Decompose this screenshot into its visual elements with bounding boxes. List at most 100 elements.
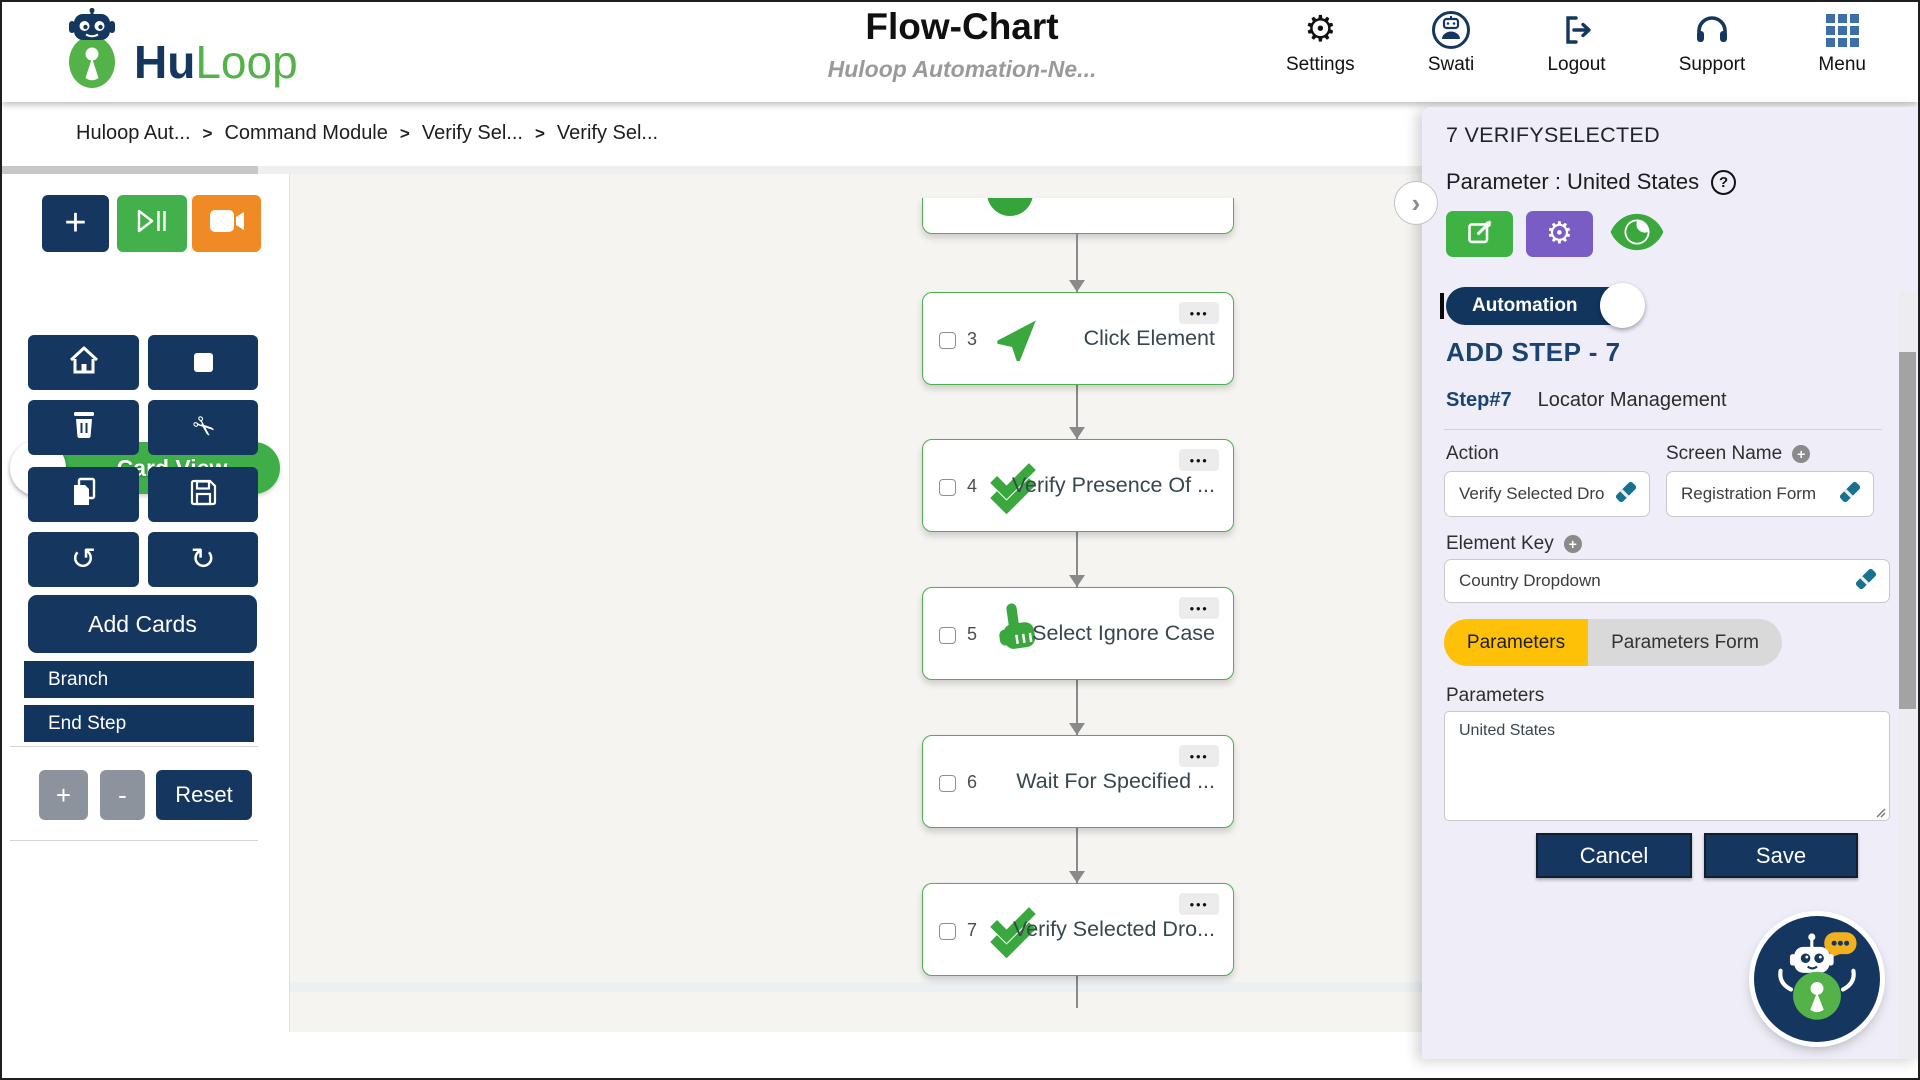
step-properties-panel: 7 VERIFYSELECTED Parameter : United Stat… [1422,107,1918,1059]
undo-button[interactable]: ↺ [28,532,139,587]
step-number-label: Step#7 [1446,389,1512,411]
grid-menu-icon [1825,10,1859,50]
save-floppy-icon [190,479,217,511]
card-item-end-step[interactable]: End Step [24,705,254,742]
nav-settings[interactable]: ⚙ Settings [1286,10,1355,76]
add-element-key-icon[interactable]: + [1563,535,1582,553]
step-number: 6 [967,772,978,792]
step-type-label: Locator Management [1537,389,1727,411]
stop-button[interactable] [148,335,258,390]
automation-toggle-knob[interactable] [1600,283,1645,328]
chevron-right-icon: › [1411,187,1421,218]
action-field[interactable] [1444,471,1650,517]
tab-parameters-form[interactable]: Parameters Form [1588,619,1782,666]
headphones-icon [1693,10,1731,50]
step-checkbox[interactable] [939,923,956,940]
panel-step-title: 7 VERIFYSELECTED [1446,123,1660,147]
card-menu-button[interactable]: ●●● [1179,449,1219,471]
page-title-block: Flow-Chart Huloop Automation-Ne... [662,6,1262,83]
step-checkbox[interactable] [939,627,956,644]
undo-icon: ↺ [70,541,97,577]
preview-step-button[interactable] [1608,211,1666,257]
scissors-icon: ✂ [184,408,222,447]
breadcrumb: Huloop Aut... > Command Module > Verify … [76,122,658,145]
eraser-icon[interactable] [1851,564,1881,599]
screen-name-field[interactable] [1666,471,1874,517]
card-item-branch[interactable]: Branch [24,661,254,698]
horizontal-scrollbar[interactable] [2,166,1422,174]
tab-parameters[interactable]: Parameters [1444,619,1588,666]
video-camera-icon [209,208,245,239]
step-checkbox[interactable] [939,775,956,792]
left-toolbar: + Card View ✂ [2,174,290,1032]
step-number: 5 [967,624,978,644]
save-button[interactable]: Save [1704,833,1858,878]
card-menu-button[interactable]: ●●● [1179,597,1219,619]
add-step-button[interactable]: + [42,195,109,252]
eraser-icon[interactable] [1835,477,1865,512]
panel-scrollbar-thumb[interactable] [1899,352,1916,709]
help-icon[interactable]: ? [1711,169,1737,195]
reset-button[interactable]: Reset [156,770,252,820]
run-pause-button[interactable] [117,195,187,252]
step-checkbox[interactable] [939,479,956,496]
flow-card-step-5[interactable]: 5 Select Ignore Case ●●● [922,587,1234,680]
step-settings-button[interactable]: ⚙ [1526,211,1593,257]
logout-icon [1559,10,1595,50]
breadcrumb-item[interactable]: Command Module [224,122,387,145]
add-cards-button[interactable]: Add Cards [28,595,257,653]
save-button[interactable] [148,467,258,522]
card-menu-button[interactable]: ●●● [1179,745,1219,767]
redo-button[interactable]: ↻ [148,532,258,587]
element-key-input[interactable] [1445,571,1851,591]
card-menu-button[interactable]: ●●● [1179,302,1219,324]
logo-text: HuLoop [134,35,298,88]
card-menu-button[interactable]: ●●● [1179,893,1219,915]
add-step-heading: ADD STEP - 7 [1446,337,1621,367]
nav-menu[interactable]: Menu [1818,10,1866,76]
delete-button[interactable] [28,400,139,455]
edit-step-button[interactable] [1446,211,1513,257]
zoom-out-button[interactable]: - [100,770,145,820]
flow-connector-arrow [1069,532,1085,587]
step-checkbox[interactable] [939,332,956,349]
zoom-in-button[interactable]: + [39,770,88,820]
cancel-button[interactable]: Cancel [1536,833,1692,878]
divider [1444,429,1882,430]
breadcrumb-item[interactable]: Verify Sel... [557,122,658,145]
nav-logout[interactable]: Logout [1547,10,1606,76]
step-icon-partial [987,198,1033,216]
eye-icon [1609,213,1665,256]
action-input[interactable] [1445,484,1611,504]
plus-icon: + [64,202,87,244]
copy-button[interactable] [28,467,139,522]
home-button[interactable] [28,335,139,390]
huloop-logo[interactable]: HuLoop [60,8,298,97]
flow-card-step-4[interactable]: 4 Verify Presence Of ... ●●● [922,439,1234,532]
action-label: Action [1446,443,1499,464]
element-key-field[interactable] [1444,559,1890,603]
panel-collapse-button[interactable]: › [1394,181,1438,225]
record-button[interactable] [192,195,261,252]
nav-support[interactable]: Support [1679,10,1745,76]
divider [10,840,258,841]
chat-assistant-button[interactable] [1754,916,1880,1042]
flow-card-step-7[interactable]: 7 Verify Selected Dro... ●●● [922,883,1234,976]
breadcrumb-item[interactable]: Huloop Aut... [76,122,191,145]
eraser-icon[interactable] [1611,477,1641,512]
flow-card-step-3[interactable]: 3 Click Element ●●● [922,292,1234,385]
horizontal-scrollbar-thumb[interactable] [2,166,258,174]
flow-connector-stub [1069,976,1085,1008]
flow-card-step-6[interactable]: 6 Wait For Specified ... ●●● [922,735,1234,828]
breadcrumb-item[interactable]: Verify Sel... [422,122,523,145]
add-screen-icon[interactable]: + [1792,445,1811,463]
screen-name-input[interactable] [1667,484,1835,504]
nav-user[interactable]: Swati [1428,10,1474,76]
cut-button[interactable]: ✂ [148,400,258,455]
huloop-flowchart-page: HuLoop Flow-Chart Huloop Automation-Ne..… [0,0,1920,1080]
flow-card-partial[interactable] [922,198,1234,234]
step-info-row: Step#7 Locator Management [1446,389,1727,412]
panel-scrollbar[interactable] [1899,292,1916,1059]
page-title: Flow-Chart [865,6,1059,47]
parameters-textarea[interactable]: United States [1444,711,1890,821]
